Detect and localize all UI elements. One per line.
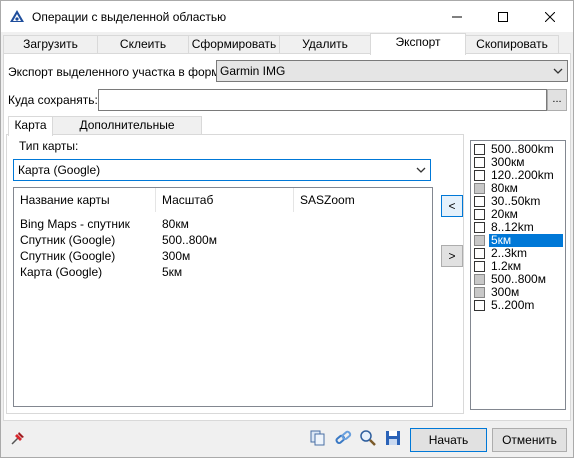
cell-map-name: Карта (Google) <box>20 265 103 279</box>
zoom-icon[interactable] <box>359 429 377 447</box>
checkbox[interactable] <box>474 274 485 285</box>
minimize-button[interactable] <box>434 1 480 32</box>
maps-table[interactable]: Название карты Масштаб SASZoom Bing Maps… <box>13 187 433 407</box>
table-row[interactable]: Спутник (Google) 500..800м <box>20 232 420 248</box>
checkbox[interactable] <box>474 222 485 233</box>
main-tabs: Загрузить Склеить Сформировать Удалить Э… <box>3 33 571 55</box>
map-subpanel: Тип карты: Карта (Google) Название карты… <box>6 134 464 414</box>
tab-load[interactable]: Загрузить <box>3 35 98 54</box>
tab-generate[interactable]: Сформировать <box>188 35 280 54</box>
tab-export[interactable]: Экспорт <box>370 33 466 55</box>
add-scale-button[interactable]: < <box>441 195 463 217</box>
start-button[interactable]: Начать <box>410 428 487 452</box>
window-title: Операции с выделенной областью <box>32 10 227 24</box>
cell-scale: 300м <box>162 249 191 263</box>
cell-map-name: Bing Maps - спутник <box>20 217 130 231</box>
column-header-saszoom[interactable]: SASZoom <box>294 188 432 212</box>
tab-merge[interactable]: Склеить <box>97 35 189 54</box>
tab-copy[interactable]: Скопировать <box>465 35 559 54</box>
dialog-window: Операции с выделенной областью Загрузить… <box>0 0 574 458</box>
checkbox[interactable] <box>474 235 485 246</box>
cancel-button[interactable]: Отменить <box>492 428 567 452</box>
cell-scale: 5км <box>162 265 183 279</box>
chevron-down-icon <box>416 160 426 186</box>
export-format-label: Экспорт выделенного участка в формат <box>8 65 232 79</box>
export-format-value: Garmin IMG <box>220 64 286 78</box>
checkbox[interactable] <box>474 287 485 298</box>
subtab-extra-ops[interactable]: Дополнительные операции <box>52 116 202 148</box>
maximize-icon <box>498 11 508 22</box>
app-icon <box>10 10 24 22</box>
export-panel: Экспорт выделенного участка в формат Gar… <box>3 53 571 421</box>
export-format-select[interactable]: Garmin IMG <box>216 60 568 82</box>
link-icon[interactable] <box>334 429 352 447</box>
save-icon[interactable] <box>384 429 402 447</box>
pin-icon[interactable] <box>9 429 27 447</box>
subtab-map[interactable]: Карта <box>8 116 53 136</box>
checkbox[interactable] <box>474 261 485 272</box>
scale-checklist[interactable]: 500..800km 300км 120..200km 80км 30..50k… <box>470 140 566 410</box>
remove-scale-button[interactable]: > <box>441 245 463 267</box>
checkbox[interactable] <box>474 196 485 207</box>
cell-map-name: Спутник (Google) <box>20 233 116 247</box>
chevron-down-icon <box>553 61 563 87</box>
cell-map-name: Спутник (Google) <box>20 249 116 263</box>
checkbox[interactable] <box>474 170 485 181</box>
table-row[interactable]: Карта (Google) 5км <box>20 264 420 280</box>
browse-button[interactable]: ... <box>547 89 567 111</box>
checkbox[interactable] <box>474 300 485 311</box>
checkbox[interactable] <box>474 209 485 220</box>
save-path-input[interactable] <box>98 89 547 111</box>
table-row[interactable]: Bing Maps - спутник 80км <box>20 216 420 232</box>
save-path-label: Куда сохранять: <box>8 93 98 107</box>
column-header-scale[interactable]: Масштаб <box>156 188 294 212</box>
close-icon <box>545 11 555 22</box>
column-header-map-name[interactable]: Название карты <box>14 188 156 212</box>
map-type-select[interactable]: Карта (Google) <box>13 159 431 181</box>
checkbox[interactable] <box>474 183 485 194</box>
checkbox[interactable] <box>474 144 485 155</box>
copy-icon[interactable] <box>309 429 327 447</box>
close-button[interactable] <box>527 1 573 32</box>
minimize-icon <box>452 16 462 17</box>
title-bar: Операции с выделенной областью <box>1 1 573 32</box>
tab-delete[interactable]: Удалить <box>279 35 371 54</box>
map-type-value: Карта (Google) <box>18 163 101 177</box>
map-type-label: Тип карты: <box>19 139 79 153</box>
checkbox[interactable] <box>474 248 485 259</box>
checkbox[interactable] <box>474 157 485 168</box>
table-row[interactable]: Спутник (Google) 300м <box>20 248 420 264</box>
cell-scale: 500..800м <box>162 233 217 247</box>
cell-scale: 80км <box>162 217 189 231</box>
maximize-button[interactable] <box>480 1 526 32</box>
